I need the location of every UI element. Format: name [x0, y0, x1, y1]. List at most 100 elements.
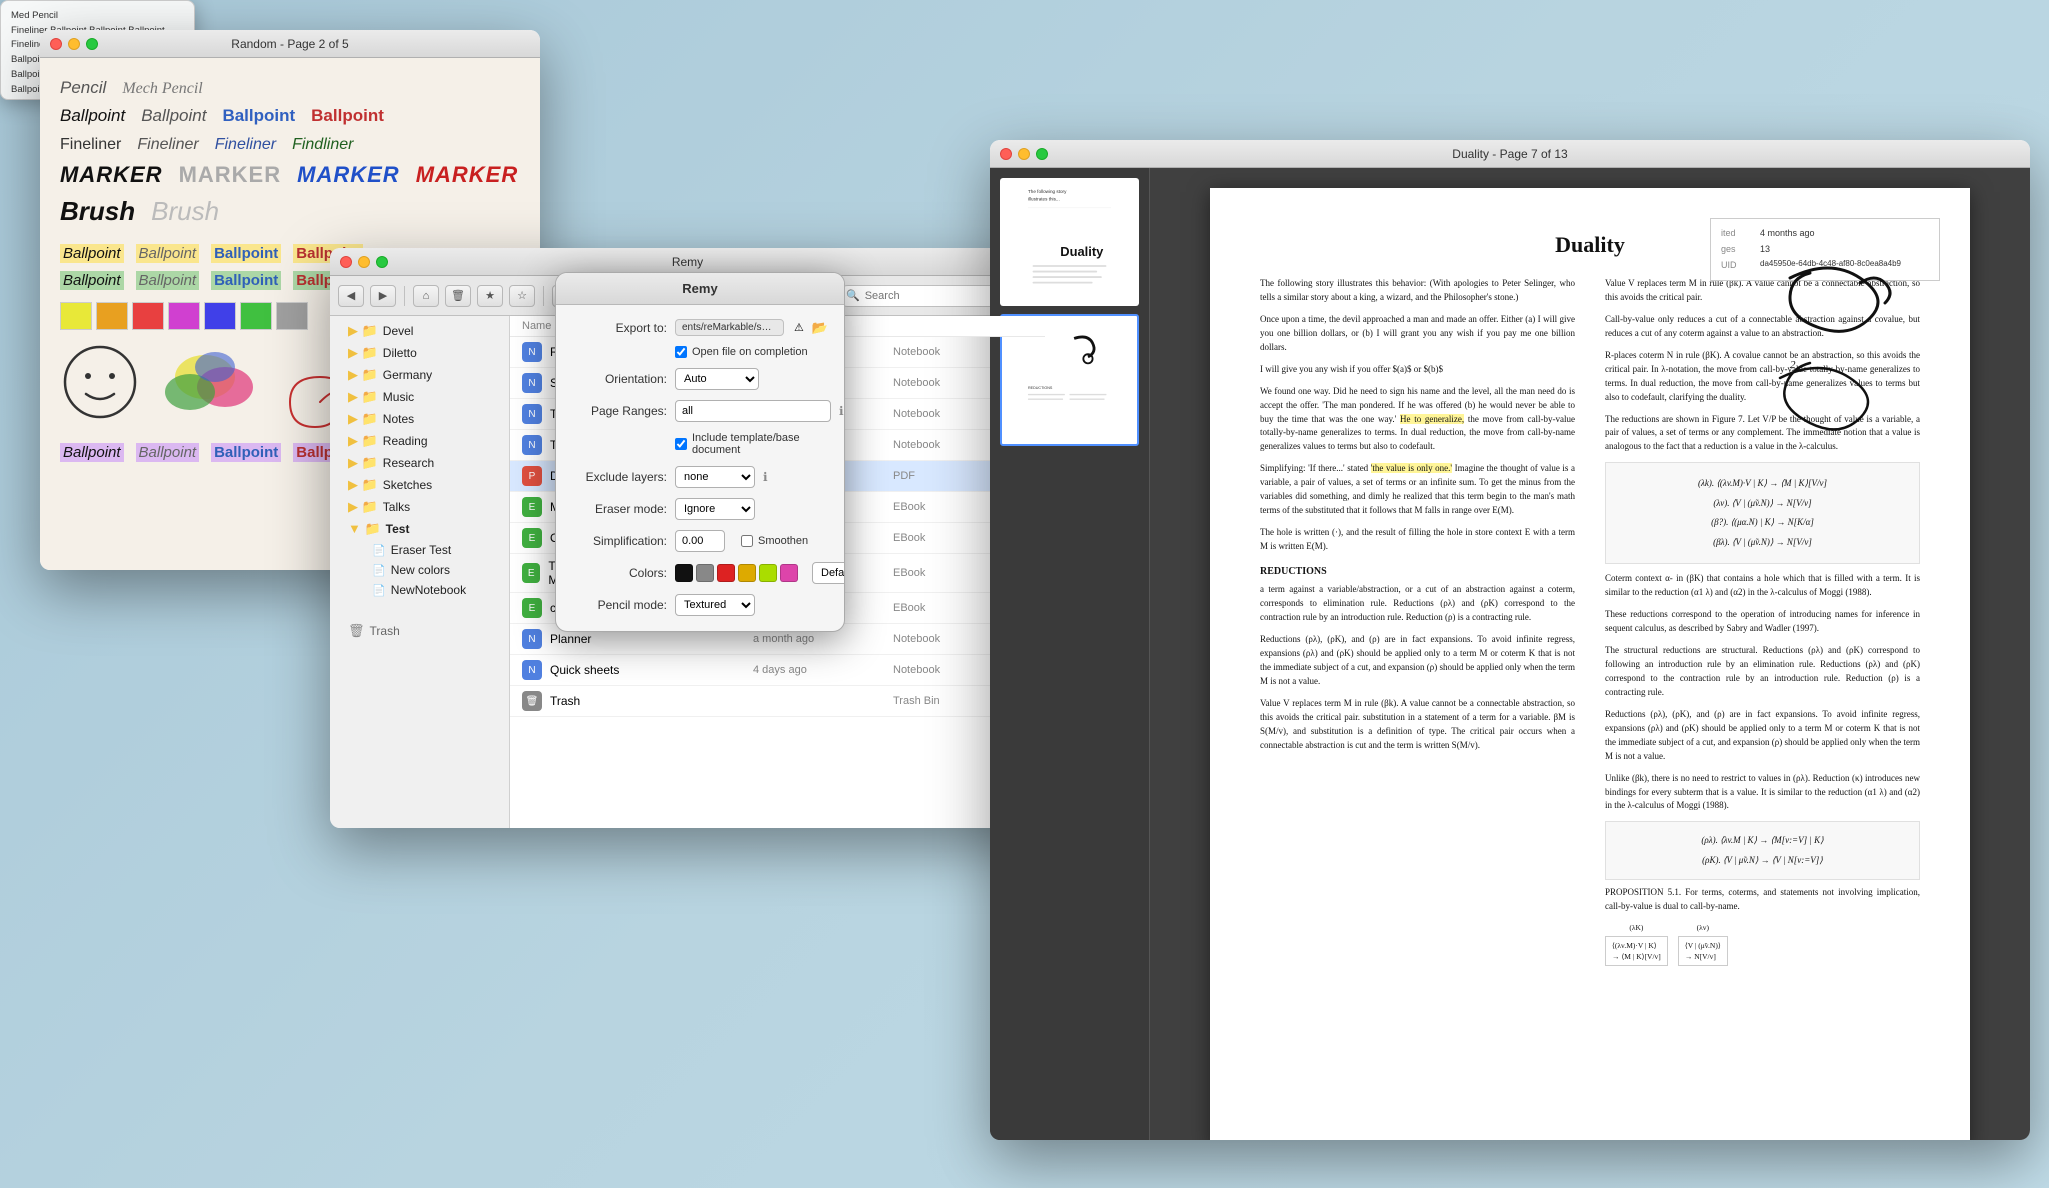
export-folder-icon[interactable]: 📂 [812, 320, 828, 336]
sidebar-item-trash[interactable]: 🗑 Trash [334, 620, 505, 642]
page-ranges-input[interactable] [675, 400, 831, 422]
row-type-icon: N [522, 342, 542, 362]
smoothen-checkbox[interactable] [741, 535, 753, 547]
toolbar-star2-btn[interactable]: ☆ [509, 285, 535, 307]
pdf-rpara-9: Unlike (βk), there is no need to restric… [1605, 772, 1920, 814]
pen-brush-black: Brush [60, 196, 135, 227]
doc-pages-value: 13 [1760, 241, 1770, 257]
pdf-para-2: Once upon a time, the devil approached a… [1260, 313, 1575, 355]
duality-content: The following story illustrates this... … [990, 168, 2030, 1140]
sidebar-label-test: Test [386, 522, 410, 536]
toolbar-sep-2 [543, 286, 544, 306]
color-chip-yellow[interactable] [738, 564, 756, 582]
include-template-checkbox-label[interactable]: Include template/base document [675, 432, 828, 456]
duality-maximize-button[interactable] [1036, 148, 1048, 160]
pdf-para-4: We found one way. Did he need to sign hi… [1260, 385, 1575, 455]
sidebar-item-sketches[interactable]: ▶ 📁 Sketches [334, 474, 505, 496]
row-type: EBook [893, 567, 993, 579]
toolbar-back-btn[interactable]: ◀ [338, 285, 364, 307]
sidebar-item-germany[interactable]: ▶ 📁 Germany [334, 364, 505, 386]
doc-uid-value: da45950e-64db-4c48-af80-8c0ea8a4b9 [1760, 257, 1901, 273]
color-chip-black[interactable] [675, 564, 693, 582]
math-formula-1: (λk). ⟨(λv.M)·V | K⟩ → ⟨M | K⟩[V/v] [1614, 477, 1911, 491]
pdf-thumb-1[interactable]: The following story illustrates this... … [1000, 178, 1139, 306]
open-completion-label: Open file on completion [692, 346, 808, 358]
warning-icon: ⚠ [794, 321, 804, 334]
colors-default-select[interactable]: Default [812, 562, 845, 584]
duality-minimize-button[interactable] [1018, 148, 1030, 160]
maximize-button[interactable] [86, 38, 98, 50]
sidebar-item-new-notebook[interactable]: 📄 NewNotebook [334, 580, 505, 600]
sidebar-item-talks[interactable]: ▶ 📁 Talks [334, 496, 505, 518]
pencil-mode-select[interactable]: Textured Plain [675, 594, 755, 616]
list-row-name: 🗑 Trash [522, 691, 753, 711]
list-row-name: N Planner [522, 629, 753, 649]
sidebar-item-new-colors[interactable]: 📄 New colors [334, 560, 505, 580]
smoothen-checkbox-label[interactable]: Smoothen [741, 535, 808, 547]
close-button[interactable] [50, 38, 62, 50]
pdf-para-3: I will give you any wish if you offer $(… [1260, 363, 1575, 377]
open-completion-checkbox[interactable] [675, 346, 687, 358]
duality-traffic-lights [1000, 148, 1048, 160]
pdf-rpara-4: The reductions are shown in Figure 7. Le… [1605, 413, 1920, 455]
toolbar-star-btn[interactable]: ★ [477, 285, 503, 307]
sidebar-label-talks: Talks [383, 500, 410, 514]
toolbar-sep-1 [404, 286, 405, 306]
eraser-mode-select[interactable]: Ignore Apply [675, 498, 755, 520]
folder-icon-sketches: ▶ 📁 [348, 477, 378, 493]
remy-close-button[interactable] [340, 256, 352, 268]
row-type: EBook [893, 532, 993, 544]
sidebar-item-devel[interactable]: ▶ 📁 Devel [334, 320, 505, 342]
row-type: EBook [893, 501, 993, 513]
row-name-label: Quick sheets [550, 663, 619, 677]
pen-marker-red: MARKER [416, 162, 519, 188]
file-icon-colors: 📄 [372, 564, 386, 577]
include-template-checkbox[interactable] [675, 438, 687, 450]
list-row[interactable]: N Quick sheets 4 days ago Notebook ✓ [510, 655, 1045, 686]
open-completion-checkbox-label[interactable]: Open file on completion [675, 346, 808, 358]
pdf-rpara-10: PROPOSITION 5.1. For terms, coterms, and… [1605, 886, 1920, 914]
sidebar-item-reading[interactable]: ▶ 📁 Reading [334, 430, 505, 452]
duality-close-button[interactable] [1000, 148, 1012, 160]
simplification-label: Simplification: [572, 534, 667, 548]
minimize-button[interactable] [68, 38, 80, 50]
row-type-icon: E [522, 497, 542, 517]
pdf-sidebar: The following story illustrates this... … [990, 168, 1150, 1140]
sidebar-item-eraser-test[interactable]: 📄 Eraser Test [334, 540, 505, 560]
orientation-select[interactable]: Auto Portrait Landscape [675, 368, 759, 390]
hl-ballpoint-2: Ballpoint [136, 244, 200, 263]
pen-fineliner-3: Fineliner [215, 135, 276, 154]
pen-brush-grey: Brush [151, 196, 219, 227]
pdf-para-7: a term against a variable/abstraction, o… [1260, 583, 1575, 625]
toolbar-home-btn[interactable]: ⌂ [413, 285, 439, 307]
pen-fineliner-4: Findliner [292, 135, 353, 154]
list-row[interactable]: 🗑 Trash Trash Bin [510, 686, 1045, 717]
pen-ballpoint-red: Ballpoint [311, 106, 384, 126]
exclude-layers-select[interactable]: none [675, 466, 755, 488]
smiley-doodle [60, 342, 140, 422]
pen-row-4: MARKER MARKER MARKER MARKER [60, 162, 520, 188]
color-chip-green[interactable] [759, 564, 777, 582]
sidebar-item-diletto[interactable]: ▶ 📁 Diletto [334, 342, 505, 364]
export-path-value[interactable]: ents/reMarkable/saved/Duality.pdf [675, 319, 784, 336]
toolbar-delete-btn[interactable]: 🗑 [445, 285, 471, 307]
sidebar-item-music[interactable]: ▶ 📁 Music [334, 386, 505, 408]
remy-maximize-button[interactable] [376, 256, 388, 268]
simplification-input[interactable] [675, 530, 725, 552]
sidebar-item-test[interactable]: ▼ 📁 Test [334, 518, 505, 540]
sidebar-item-research[interactable]: ▶ 📁 Research [334, 452, 505, 474]
hl-ballpoint-9: Ballpoint [60, 443, 124, 462]
row-type: Notebook [893, 377, 993, 389]
export-dialog-title: Remy [682, 281, 717, 296]
folder-icon-research: ▶ 📁 [348, 455, 378, 471]
pdf-rpara-7: The structural reductions are structural… [1605, 644, 1920, 700]
toolbar-forward-btn[interactable]: ▶ [370, 285, 396, 307]
export-dialog-titlebar: Remy [556, 273, 844, 305]
color-chip-pink[interactable] [780, 564, 798, 582]
traffic-lights [50, 38, 98, 50]
color-chip-grey[interactable] [696, 564, 714, 582]
sidebar-item-notes[interactable]: ▶ 📁 Notes [334, 408, 505, 430]
color-chip-red[interactable] [717, 564, 735, 582]
row-type-icon: E [522, 598, 542, 618]
remy-minimize-button[interactable] [358, 256, 370, 268]
